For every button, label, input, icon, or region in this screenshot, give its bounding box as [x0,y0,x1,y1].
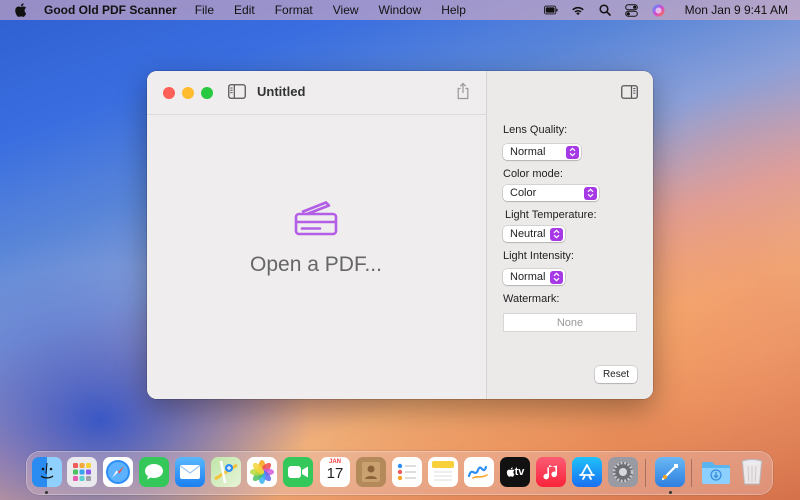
close-window-button[interactable] [163,87,175,99]
inspector-toggle-icon[interactable] [621,85,638,99]
light-intensity-popup[interactable]: Normal [503,269,565,285]
notes-icon[interactable] [428,457,458,487]
popup-arrows-icon [584,186,597,200]
freeform-icon[interactable] [464,457,494,487]
share-icon[interactable] [456,82,470,100]
control-center-icon[interactable] [625,3,639,17]
downloads-folder-icon[interactable] [701,457,731,487]
spotlight-search-icon[interactable] [598,3,612,17]
system-settings-icon[interactable] [608,457,638,487]
drop-area[interactable]: Open a PDF... [147,115,486,399]
menubar-clock[interactable]: Mon Jan 9 9:41 AM [685,3,788,17]
lens-quality-popup[interactable]: Normal [503,144,581,160]
tv-icon[interactable]: tv [500,457,530,487]
menu-help[interactable]: Help [441,3,466,17]
lens-quality-label: Lens Quality: [503,124,568,136]
app-menu[interactable]: Good Old PDF Scanner [44,3,177,17]
color-mode-value: Color [510,187,537,199]
light-intensity-label: Light Intensity: [503,250,574,262]
minimize-window-button[interactable] [182,87,194,99]
photos-icon[interactable] [247,457,277,487]
facetime-icon[interactable] [283,457,313,487]
menu-edit[interactable]: Edit [234,3,255,17]
running-indicator [669,491,672,494]
menu-format[interactable]: Format [275,3,313,17]
finder-icon[interactable] [32,457,62,487]
inspector-panel: Lens Quality: Normal Color mode: Color L… [486,71,653,399]
music-icon[interactable] [536,457,566,487]
light-temperature-popup[interactable]: Neutral [503,226,565,242]
document-title: Untitled [257,84,306,99]
running-indicator [45,491,48,494]
popup-arrows-icon [550,270,563,284]
maps-icon[interactable] [211,457,241,487]
popup-arrows-icon [566,145,579,159]
dock-separator [691,459,692,487]
title-bar: Untitled [147,71,486,115]
reset-button[interactable]: Reset [595,366,637,383]
open-pdf-prompt[interactable]: Open a PDF... [147,253,457,277]
reminders-icon[interactable] [392,457,422,487]
battery-icon[interactable] [543,3,558,17]
sidebar-toggle-icon[interactable] [228,84,246,100]
popup-arrows-icon [550,227,563,241]
light-temperature-value: Neutral [510,228,546,240]
lens-quality-value: Normal [510,146,546,158]
menu-view[interactable]: View [333,3,359,17]
calendar-icon[interactable]: JAN 17 [320,457,350,487]
color-mode-popup[interactable]: Color [503,185,599,201]
menu-file[interactable]: File [195,3,214,17]
scanner-icon [292,200,340,238]
menu-bar: Good Old PDF Scanner File Edit Format Vi… [0,0,800,20]
calendar-day: 17 [326,465,344,482]
apple-menu-icon[interactable] [14,3,28,17]
mail-icon[interactable] [175,457,205,487]
app-window: Untitled Open a PDF... Lens Quality: Nor… [147,71,653,399]
dock-separator [645,459,646,487]
siri-icon[interactable] [652,3,666,17]
tv-label: tv [514,466,525,478]
light-intensity-value: Normal [510,271,546,283]
safari-icon[interactable] [103,457,133,487]
watermark-field[interactable]: None [503,313,637,332]
document-pane: Untitled Open a PDF... [147,71,486,399]
color-mode-label: Color mode: [503,168,563,180]
messages-icon[interactable] [139,457,169,487]
wifi-icon[interactable] [571,3,585,17]
launchpad-icon[interactable] [67,457,97,487]
app-store-icon[interactable] [572,457,602,487]
zoom-window-button[interactable] [201,87,213,99]
dock: JAN 17 tv [26,451,773,495]
light-temperature-label: Light Temperature: [505,209,597,221]
trash-icon[interactable] [737,457,767,487]
menu-window[interactable]: Window [379,3,422,17]
contacts-icon[interactable] [356,457,386,487]
watermark-label: Watermark: [503,293,560,305]
pdf-scanner-app-icon[interactable] [655,457,685,487]
